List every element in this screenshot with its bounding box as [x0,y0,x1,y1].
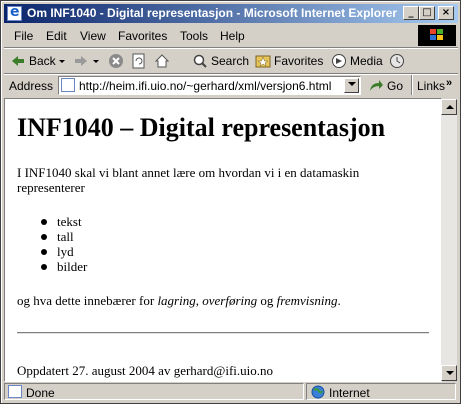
scroll-up-button[interactable] [441,99,457,115]
status-panel: Done [4,383,304,400]
menu-help[interactable]: Help [220,29,245,43]
vertical-scrollbar[interactable] [441,99,457,381]
back-label: Back [29,54,56,68]
ie-logo-icon [7,4,22,21]
search-button[interactable]: Search [192,51,249,71]
zone-panel: Internet [306,383,456,400]
address-input[interactable]: http://heim.ifi.uio.no/~gerhard/xml/vers… [58,76,361,95]
maximize-button[interactable]: □ [419,6,435,20]
toolbar: Back Search Favorites Media [4,49,458,73]
history-button[interactable] [389,51,408,71]
page-icon [61,78,75,92]
browser-window: Om INF1040 - Digital representasjon - Mi… [0,0,461,404]
purpose-paragraph: og hva dette innebærer for lagring, over… [17,293,341,309]
menu-tools[interactable]: Tools [180,29,208,43]
go-button[interactable]: Go [368,76,403,96]
horizontal-rule [17,332,429,334]
topic-list: tekst tall lyd bilder [39,214,87,274]
refresh-icon [131,53,147,69]
para-emphasis: lagring [157,293,196,308]
links-button[interactable]: Links [417,79,445,93]
list-item: tekst [39,214,87,229]
chevron-down-icon [59,60,65,63]
para-text: og hva dette innebærer for [17,293,158,308]
back-arrow-icon [10,53,26,69]
stop-button[interactable] [108,51,127,71]
scroll-down-button[interactable] [441,365,457,381]
list-item: bilder [39,259,87,274]
list-item: lyd [39,244,87,259]
favorites-star-icon [255,53,271,69]
arrow-down-icon [446,371,454,375]
home-icon [154,53,170,69]
close-button[interactable]: × [438,6,454,20]
back-button[interactable]: Back [10,51,56,71]
chevron-right-icon[interactable]: » [446,77,452,89]
search-icon [192,53,208,69]
back-dropdown[interactable] [58,51,66,71]
address-label: Address [9,79,54,93]
media-icon [331,53,347,69]
para-text: . [337,293,341,308]
page-done-icon [8,385,22,398]
refresh-button[interactable] [131,51,150,71]
go-arrow-icon [368,78,384,94]
history-icon [389,53,405,69]
minimize-button[interactable]: _ [403,6,419,20]
stop-icon [108,53,124,69]
menu-bar: File Edit View Favorites Tools Help [4,25,458,47]
intro-text: I INF1040 skal vi blant annet lære om hv… [17,165,360,195]
favorites-label: Favorites [274,54,324,68]
search-label: Search [211,54,250,68]
go-label: Go [387,79,404,93]
forward-button[interactable] [73,51,92,71]
media-label: Media [350,54,383,68]
updated-footer: Oppdatert 27. august 2004 av gerhard@ifi… [17,363,274,378]
media-button[interactable]: Media [331,51,383,71]
chevron-down-icon [347,82,356,86]
zone-text: Internet [329,386,370,400]
forward-arrow-icon [73,53,89,69]
list-item: tall [39,229,87,244]
para-emphasis: overføring [202,293,258,308]
para-emphasis: fremvisning [276,293,338,308]
page-content: INF1040 – Digital representasjon I INF10… [4,98,442,382]
divider [411,75,413,95]
window-title: Om INF1040 - Digital representasjon - Mi… [27,6,398,20]
windows-logo-icon [418,25,456,46]
forward-dropdown[interactable] [92,51,100,71]
address-bar: Address http://heim.ifi.uio.no/~gerhard/… [4,75,458,97]
menu-edit[interactable]: Edit [46,29,67,43]
chevron-down-icon [93,60,99,63]
favorites-button[interactable]: Favorites [255,51,323,71]
globe-icon [311,385,325,402]
menu-file[interactable]: File [14,29,33,43]
menu-view[interactable]: View [80,29,106,43]
home-button[interactable] [154,51,173,71]
title-bar[interactable]: Om INF1040 - Digital representasjon - Mi… [4,4,458,23]
status-text: Done [26,386,55,400]
address-dropdown[interactable] [344,78,359,93]
menu-favorites[interactable]: Favorites [118,29,167,43]
address-url[interactable]: http://heim.ifi.uio.no/~gerhard/xml/vers… [79,79,331,93]
page-heading: INF1040 – Digital representasjon [17,113,386,142]
arrow-up-icon [446,105,454,109]
status-bar: Done Internet [4,382,458,401]
para-text: og [257,293,277,308]
